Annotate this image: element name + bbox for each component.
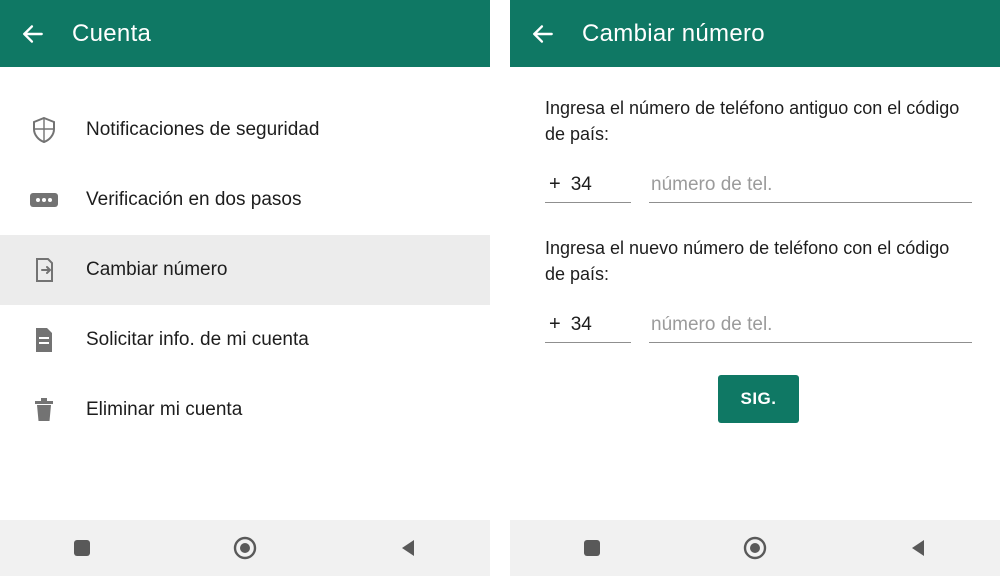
change-number-screen: Cambiar número Ingresa el número de telé… — [510, 0, 1000, 576]
next-button[interactable]: SIG. — [718, 375, 798, 423]
back-icon[interactable] — [18, 19, 48, 49]
new-number-row: + 34 número de tel. — [545, 307, 972, 343]
nav-home-icon[interactable] — [228, 531, 262, 565]
nav-home-icon[interactable] — [738, 531, 772, 565]
change-number-form: Ingresa el número de teléfono antiguo co… — [510, 67, 1000, 423]
plus-sign: + — [549, 173, 561, 196]
settings-item-label: Notificaciones de seguridad — [86, 119, 319, 141]
appbar: Cambiar número — [510, 0, 1000, 67]
old-number-prompt: Ingresa el número de teléfono antiguo co… — [545, 95, 972, 147]
nav-back-icon[interactable] — [391, 531, 425, 565]
old-country-code-field[interactable]: + 34 — [545, 167, 631, 203]
appbar: Cuenta — [0, 0, 490, 67]
plus-sign: + — [549, 313, 561, 336]
dots-icon — [30, 186, 58, 214]
old-phone-input[interactable]: número de tel. — [649, 168, 972, 203]
nav-recent-icon[interactable] — [65, 531, 99, 565]
back-icon[interactable] — [528, 19, 558, 49]
page-title: Cuenta — [72, 20, 151, 48]
old-country-code-value: 34 — [571, 174, 592, 196]
shield-icon — [30, 116, 58, 144]
settings-item-label: Cambiar número — [86, 259, 228, 281]
settings-item-change-number[interactable]: Cambiar número — [0, 235, 490, 305]
settings-item-label: Solicitar info. de mi cuenta — [86, 329, 309, 351]
new-phone-input[interactable]: número de tel. — [649, 308, 972, 343]
settings-item-label: Eliminar mi cuenta — [86, 399, 242, 421]
doc-icon — [30, 326, 58, 354]
system-navbar — [510, 520, 1000, 576]
settings-item-request-info[interactable]: Solicitar info. de mi cuenta — [0, 305, 490, 375]
settings-item-label: Verificación en dos pasos — [86, 189, 301, 211]
system-navbar — [0, 520, 490, 576]
settings-item-security-notifications[interactable]: Notificaciones de seguridad — [0, 95, 490, 165]
new-country-code-value: 34 — [571, 314, 592, 336]
new-number-prompt: Ingresa el nuevo número de teléfono con … — [545, 235, 972, 287]
nav-recent-icon[interactable] — [575, 531, 609, 565]
swap-sim-icon — [30, 256, 58, 284]
page-title: Cambiar número — [582, 20, 765, 48]
settings-item-delete-account[interactable]: Eliminar mi cuenta — [0, 375, 490, 445]
old-number-row: + 34 número de tel. — [545, 167, 972, 203]
new-country-code-field[interactable]: + 34 — [545, 307, 631, 343]
trash-icon — [30, 396, 58, 424]
settings-item-two-step[interactable]: Verificación en dos pasos — [0, 165, 490, 235]
account-screen: Cuenta Notificaciones de seguridad Verif… — [0, 0, 490, 576]
nav-back-icon[interactable] — [901, 531, 935, 565]
settings-list: Notificaciones de seguridad Verificación… — [0, 67, 490, 445]
